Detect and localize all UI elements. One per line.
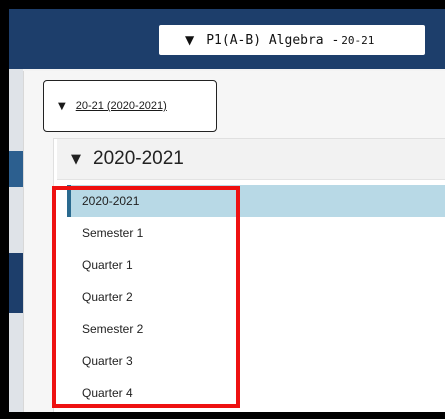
term-item-2020-2021[interactable]: 2020-2021: [67, 185, 445, 217]
term-label: Quarter 4: [82, 386, 133, 400]
term-item-quarter-3[interactable]: Quarter 3: [67, 345, 445, 377]
expand-arrow-icon: ▼: [58, 100, 66, 112]
sidebar-accent: [9, 151, 23, 187]
term-label: Quarter 1: [82, 258, 133, 272]
dropdown-arrow-icon: ▼: [185, 33, 195, 47]
left-sidebar-strip: [9, 69, 23, 412]
term-label: 2020-2021: [82, 194, 140, 208]
course-year: 20-21: [341, 33, 375, 47]
school-year-selector[interactable]: ▼ 20-21 (2020-2021): [43, 80, 217, 132]
term-item-semester-2[interactable]: Semester 2: [67, 313, 445, 345]
term-label: Semester 1: [82, 226, 144, 240]
term-list: 2020-2021 Semester 1 Quarter 1 Quarter 2…: [67, 185, 445, 409]
app-frame: ▼ P1(A-B) Algebra - 20-21 ▼ 20-21 (2020-…: [9, 9, 445, 412]
school-year-link[interactable]: 20-21 (2020-2021): [76, 100, 167, 112]
header-divider: [57, 179, 445, 180]
term-label: Quarter 2: [82, 290, 133, 304]
term-item-quarter-4[interactable]: Quarter 4: [67, 377, 445, 409]
term-label: Quarter 3: [82, 354, 133, 368]
course-name: P1(A-B) Algebra -: [206, 32, 340, 48]
term-item-quarter-2[interactable]: Quarter 2: [67, 281, 445, 313]
term-label: Semester 2: [82, 322, 144, 336]
course-selector-dropdown[interactable]: ▼ P1(A-B) Algebra - 20-21: [159, 25, 425, 55]
term-tree-header[interactable]: ▼ 2020-2021: [57, 139, 445, 179]
sidebar-accent: [9, 253, 23, 313]
top-navigation-bar: ▼ P1(A-B) Algebra - 20-21: [9, 9, 445, 69]
collapse-arrow-icon: ▼: [71, 151, 81, 167]
term-item-quarter-1[interactable]: Quarter 1: [67, 249, 445, 281]
term-tree-title: 2020-2021: [93, 148, 184, 169]
term-item-semester-1[interactable]: Semester 1: [67, 217, 445, 249]
